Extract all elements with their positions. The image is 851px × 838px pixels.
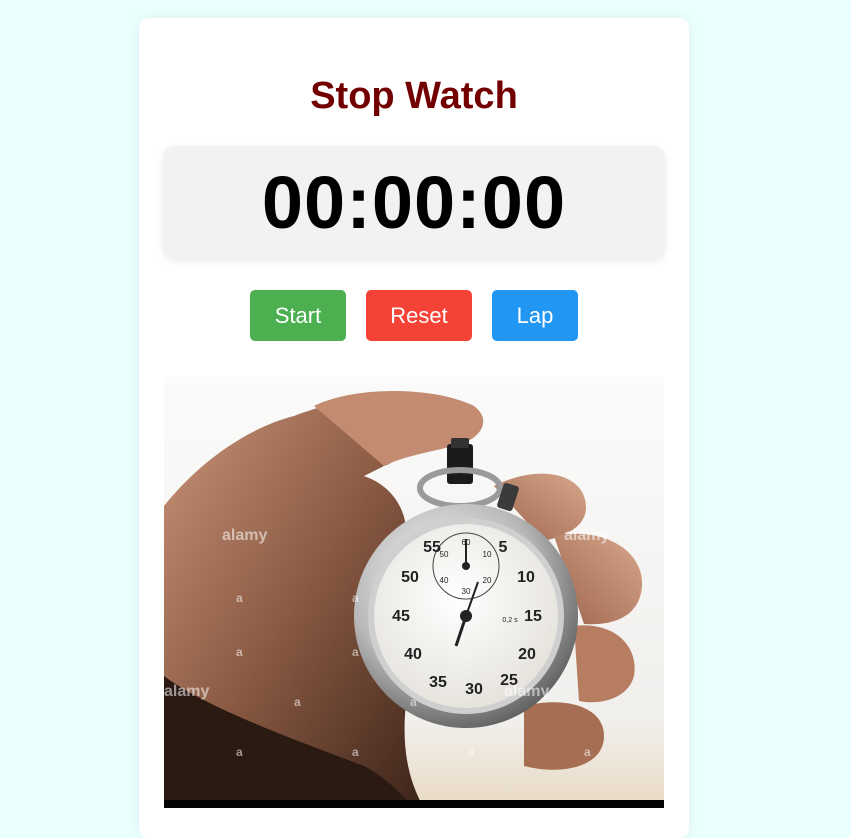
watermark-mark: a	[410, 695, 417, 709]
dial-number: 55	[423, 539, 441, 556]
reset-button[interactable]: Reset	[366, 290, 472, 341]
watermark: alamy	[222, 527, 267, 544]
dial-number: 10	[517, 569, 535, 586]
dial-number: 50	[401, 569, 419, 586]
watermark-mark: a	[236, 591, 243, 605]
watermark-mark: a	[352, 591, 359, 605]
subdial-number: 10	[483, 550, 492, 559]
subdial-number: 30	[462, 587, 471, 596]
subdial-number: 20	[483, 576, 492, 585]
time-display: 00:00:00	[163, 146, 665, 259]
watermark: alamy	[564, 527, 609, 544]
watermark-mark: a	[236, 645, 243, 659]
watermark-mark: a	[584, 745, 591, 759]
dial-number: 20	[518, 646, 536, 663]
page-title: Stop Watch	[310, 75, 518, 117]
watermark-mark: a	[236, 745, 243, 759]
subdial-number: 40	[440, 576, 449, 585]
stopwatch-image: 55 5 50 10 45 15 40 20 35 30 25 60 50 10…	[164, 376, 664, 808]
watermark-mark: a	[352, 645, 359, 659]
start-button[interactable]: Start	[250, 290, 346, 341]
dial-number: 30	[465, 681, 483, 698]
dial-number: 5	[499, 539, 508, 556]
dial-number: 40	[404, 646, 422, 663]
watermark-mark: a	[352, 745, 359, 759]
dial-number: 45	[392, 608, 410, 625]
subdial-number: 60	[462, 538, 471, 547]
subdial-number: 50	[440, 550, 449, 559]
stopwatch-photo: 55 5 50 10 45 15 40 20 35 30 25 60 50 10…	[164, 376, 664, 808]
time-readout: 00:00:00	[261, 161, 567, 244]
dial-number: 35	[429, 674, 447, 691]
dial-number: 15	[524, 608, 542, 625]
lap-button[interactable]: Lap	[492, 290, 578, 341]
watermark-mark: a	[468, 745, 475, 759]
watermark-mark: a	[294, 695, 301, 709]
stopwatch-card: Stop Watch 00:00:00 Start Reset Lap 55 5…	[139, 18, 689, 838]
watermark: alamy	[504, 683, 549, 700]
dial-marking: 0,2 s	[502, 617, 518, 624]
watermark: alamy	[164, 683, 209, 700]
